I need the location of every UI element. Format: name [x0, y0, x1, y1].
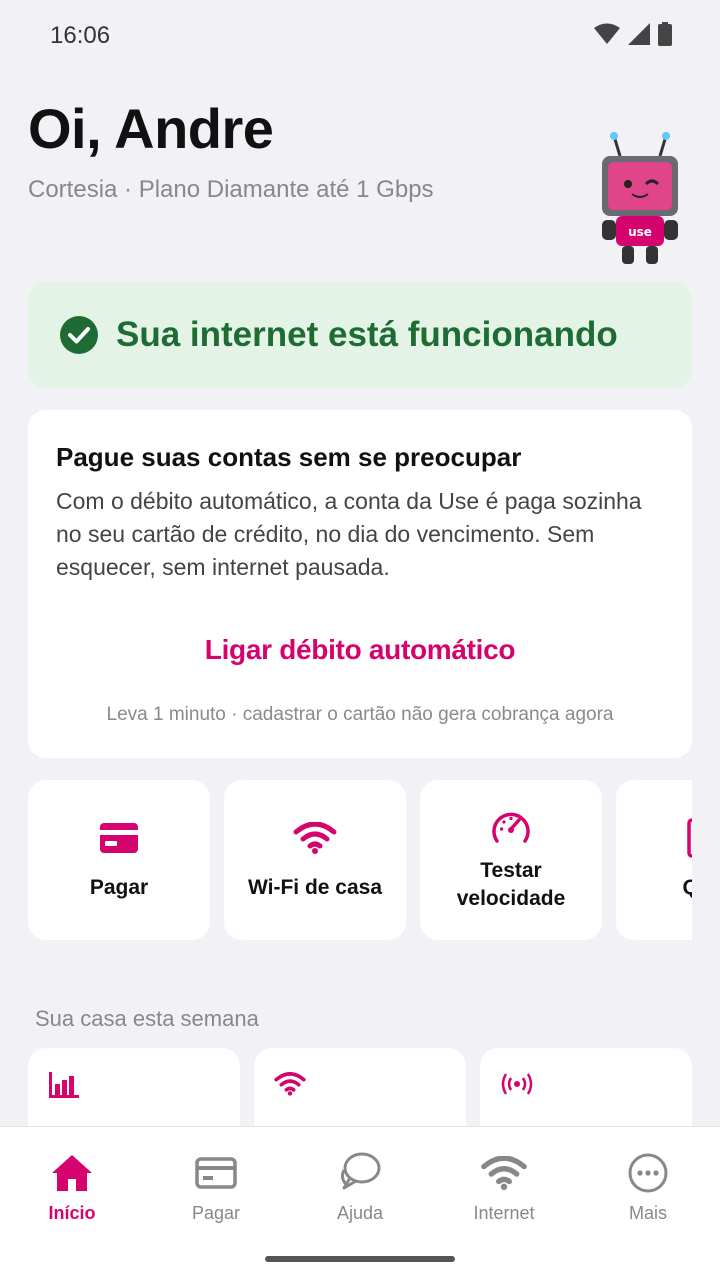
status-time: 16:06 — [50, 22, 111, 49]
quick-action-label: Testar velocidade — [456, 859, 566, 910]
status-icons — [594, 22, 672, 46]
nav-internet[interactable]: Internet — [432, 1151, 576, 1224]
quick-action-home-wifi[interactable]: Wi-Fi de casa — [224, 780, 406, 940]
connection-status-text: Sua internet está funcionando — [116, 315, 618, 354]
credit-card-icon — [195, 1157, 237, 1189]
nav-more[interactable]: Mais — [576, 1151, 720, 1224]
home-icon — [52, 1155, 92, 1191]
auto-debit-title: Pague suas contas sem se preocupar — [56, 442, 522, 472]
home-indicator[interactable] — [265, 1256, 455, 1262]
week-section-title: Sua casa esta semana — [35, 1006, 259, 1031]
check-circle-icon — [60, 316, 98, 354]
bar-chart-icon — [49, 1072, 79, 1098]
auto-debit-description: Com o débito automático, a conta da Use … — [56, 488, 642, 580]
quick-action-partial[interactable]: Quar — [616, 780, 692, 940]
more-dots-icon — [628, 1153, 668, 1193]
enable-auto-debit-button[interactable]: Ligar débito automático — [56, 634, 664, 666]
nav-label: Mais — [628, 1203, 667, 1223]
battery-icon — [658, 22, 672, 46]
credit-card-icon — [100, 823, 138, 853]
auto-debit-note: Leva 1 minuto · cadastrar o cartão não g… — [106, 704, 614, 725]
plan-subtitle: Cortesia · Plano Diamante até 1 Gbps — [28, 176, 434, 203]
nav-label: Ajuda — [336, 1203, 384, 1223]
cell-signal-icon — [628, 23, 650, 45]
wifi-icon — [481, 1156, 527, 1190]
nav-label: Pagar — [191, 1203, 241, 1223]
wifi-icon — [274, 1072, 306, 1096]
wifi-signal-icon — [594, 23, 620, 44]
quick-action-pay[interactable]: Pagar — [28, 780, 210, 940]
wifi-icon — [293, 822, 337, 854]
mascot-badge: use — [628, 225, 652, 239]
nav-label: Início — [48, 1203, 96, 1223]
nav-label: Internet — [473, 1203, 535, 1223]
quick-action-label: Quar — [682, 876, 692, 899]
quick-actions-row: Pagar Wi-Fi de casa Testar velocidade Q — [28, 780, 692, 940]
connection-status-banner: Sua internet está funcionando — [28, 282, 692, 388]
quick-action-speed-test[interactable]: Testar velocidade — [420, 780, 602, 940]
nav-help[interactable]: Ajuda — [288, 1151, 432, 1224]
signal-broadcast-icon — [501, 1073, 533, 1095]
partial-icon — [687, 818, 692, 858]
status-bar: 16:06 — [0, 0, 720, 72]
quick-action-label: Wi-Fi de casa — [247, 876, 383, 899]
mascot-robot-illustration: use — [590, 130, 690, 270]
chat-bubbles-icon — [340, 1152, 381, 1190]
quick-action-label: Pagar — [89, 876, 149, 899]
greeting-title: Oi, Andre — [28, 97, 274, 160]
auto-debit-card: Pague suas contas sem se preocupar Com o… — [28, 410, 692, 758]
nav-pay[interactable]: Pagar — [144, 1151, 288, 1224]
nav-home[interactable]: Início — [0, 1151, 144, 1224]
speedometer-icon — [492, 812, 530, 843]
